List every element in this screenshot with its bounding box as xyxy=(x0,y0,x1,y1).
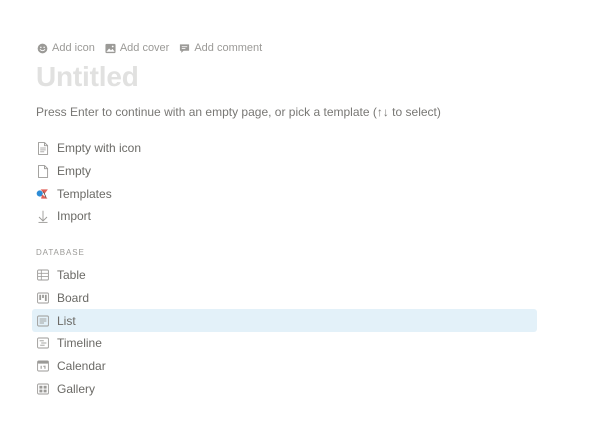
option-label: Table xyxy=(57,268,86,283)
add-icon-label: Add icon xyxy=(52,42,95,54)
gallery-icon xyxy=(36,382,49,395)
new-page-editor: Add icon Add cover Add comment Untitled … xyxy=(0,0,600,436)
option-board[interactable]: Board xyxy=(32,287,537,310)
option-timeline[interactable]: Timeline xyxy=(32,332,537,355)
option-label: Timeline xyxy=(57,336,102,351)
option-import[interactable]: Import xyxy=(32,205,537,228)
comment-icon xyxy=(179,43,190,54)
option-list[interactable]: List xyxy=(32,309,537,333)
board-icon xyxy=(36,292,49,305)
database-section-label: DATABASE xyxy=(36,248,85,257)
list-icon xyxy=(36,314,49,327)
page-with-lines-icon xyxy=(36,141,49,155)
timeline-icon xyxy=(36,337,49,350)
page-title-input[interactable]: Untitled xyxy=(36,58,139,96)
add-cover-button[interactable]: Add cover xyxy=(105,40,170,56)
option-label: List xyxy=(57,313,76,328)
calendar-icon xyxy=(36,360,49,373)
option-label: Import xyxy=(57,209,92,224)
add-icon-button[interactable]: Add icon xyxy=(37,40,95,56)
option-label: Calendar xyxy=(57,359,106,374)
templates-shapes-icon xyxy=(36,187,49,200)
option-calendar[interactable]: Calendar xyxy=(32,355,537,378)
option-label: Empty with icon xyxy=(57,141,142,156)
image-icon xyxy=(105,43,116,54)
option-table[interactable]: Table xyxy=(32,264,537,287)
page-header-actions: Add icon Add cover Add comment xyxy=(37,40,262,56)
template-hint: Press Enter to continue with an empty pa… xyxy=(36,105,441,119)
option-label: Board xyxy=(57,291,90,306)
blank-page-icon xyxy=(36,164,49,178)
smiley-icon xyxy=(37,43,48,54)
add-comment-button[interactable]: Add comment xyxy=(179,40,262,56)
option-empty[interactable]: Empty xyxy=(32,160,537,183)
add-comment-label: Add comment xyxy=(194,42,263,54)
arrow-down-import-icon xyxy=(36,210,49,223)
table-icon xyxy=(36,269,49,282)
option-gallery[interactable]: Gallery xyxy=(32,377,537,400)
option-templates[interactable]: Templates xyxy=(32,182,537,205)
option-label: Gallery xyxy=(57,381,96,396)
database-options-list: Table Board List Timeline Calendar Galle… xyxy=(32,264,537,400)
option-label: Templates xyxy=(57,186,112,201)
option-label: Empty xyxy=(57,164,92,179)
template-options-list: Empty with icon Empty Templates Import xyxy=(32,137,537,228)
option-empty-with-icon[interactable]: Empty with icon xyxy=(32,137,537,160)
add-cover-label: Add cover xyxy=(119,42,170,54)
